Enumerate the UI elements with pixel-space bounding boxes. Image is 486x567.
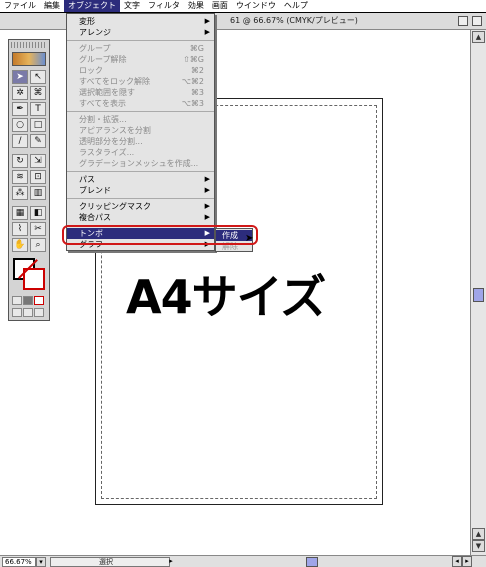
menu-filter[interactable]: フィルタ (144, 0, 184, 12)
scroll-up-arrow-bottom[interactable]: ▲ (472, 528, 485, 540)
menu-item-transform[interactable]: 変形 ▶ (67, 16, 214, 27)
menu-window[interactable]: ウインドウ (232, 0, 280, 12)
annotation-highlight-ring (62, 225, 258, 245)
full-screen-menu-mode-icon[interactable] (23, 308, 33, 317)
zoom-box-button[interactable] (458, 16, 468, 26)
menu-item-arrange[interactable]: アレンジ ▶ (67, 27, 214, 38)
eyedropper-tool-icon[interactable]: ⌇ (12, 222, 28, 236)
scroll-up-arrow[interactable]: ▲ (472, 31, 485, 43)
window-title: 61 @ 66.67% (CMYK/プレビュー) (230, 16, 358, 25)
menu-item-rasterize: ラスタライズ... (79, 148, 135, 157)
menu-item-group: グループ ⌘G (79, 44, 204, 53)
object-menu-dropdown: 変形 ▶ アレンジ ▶ グループ ⌘G グループ解除 ⇧⌘G ロック ⌘2 すべてをロック… (66, 13, 215, 251)
menu-separator (67, 40, 214, 41)
lasso-tool-icon[interactable]: ⌘ (30, 86, 46, 100)
magic-wand-tool-icon[interactable]: ✲ (12, 86, 28, 100)
menu-item-blend[interactable]: ブレンド ▶ (67, 185, 214, 196)
pencil-tool-icon[interactable]: ✎ (30, 134, 46, 148)
zoom-level-field[interactable]: 66.67% (2, 557, 36, 567)
menu-item-path[interactable]: パス ▶ (67, 174, 214, 185)
horizontal-scroll-thumb[interactable] (306, 557, 318, 567)
menu-separator (67, 111, 214, 112)
menu-separator (67, 171, 214, 172)
status-field[interactable]: 選択 (50, 557, 170, 567)
menu-item-expand: 分割・拡張... (79, 115, 127, 124)
menu-file[interactable]: ファイル (0, 0, 40, 12)
fill-stroke-swatches[interactable] (13, 258, 45, 292)
pen-tool-icon[interactable]: ✒ (12, 102, 28, 116)
menu-item-unlock-all: すべてをロック解除 ⌥⌘2 (79, 77, 204, 86)
rotate-tool-icon[interactable]: ↻ (12, 154, 28, 168)
gradient-tool-icon[interactable]: ◧ (30, 206, 46, 220)
submenu-arrow-icon: ▶ (204, 186, 210, 194)
symbol-sprayer-tool-icon[interactable]: ⁂ (12, 186, 28, 200)
menu-help[interactable]: ヘルプ (280, 0, 312, 12)
scroll-down-arrow[interactable]: ▼ (472, 540, 485, 552)
color-mode-icon[interactable] (12, 296, 22, 305)
selection-tool-icon[interactable]: ➤ (12, 70, 28, 84)
rectangle-tool-icon[interactable]: □ (30, 118, 46, 132)
vertical-scroll-thumb[interactable] (473, 288, 484, 302)
submenu-arrow-icon: ▶ (204, 28, 210, 36)
zoom-tool-icon[interactable]: ⌕ (30, 238, 46, 252)
menu-item-show-all: すべてを表示 ⌥⌘3 (79, 99, 204, 108)
scale-tool-icon[interactable]: ⇲ (30, 154, 46, 168)
gradient-mode-icon[interactable] (23, 296, 33, 305)
warp-tool-icon[interactable]: ≋ (12, 170, 28, 184)
horizontal-bar: 66.67% ▾ 選択 ▸ ◂ ▸ (0, 555, 486, 567)
status-dropdown-arrow[interactable]: ▸ (166, 557, 176, 567)
full-screen-mode-icon[interactable] (34, 308, 44, 317)
mesh-tool-icon[interactable]: ▦ (12, 206, 28, 220)
menu-separator (67, 198, 214, 199)
scissors-tool-icon[interactable]: ✂ (30, 222, 46, 236)
app-logo[interactable] (12, 52, 46, 66)
ellipse-tool-icon[interactable]: ○ (12, 118, 28, 132)
vertical-scrollbar[interactable]: ▲ ▲ ▼ (470, 30, 486, 555)
submenu-arrow-icon: ▶ (204, 202, 210, 210)
paintbrush-tool-icon[interactable]: ∕ (12, 134, 28, 148)
menu-item-compound-path[interactable]: 複合パス ▶ (67, 212, 214, 223)
menu-item-hide-selection: 選択範囲を隠す ⌘3 (79, 88, 204, 97)
menu-item-ungroup: グループ解除 ⇧⌘G (79, 55, 204, 64)
canvas-text-object[interactable]: A4サイズ (126, 261, 326, 327)
menu-item-expand-appearance: アピアランスを分割 (79, 126, 151, 135)
menu-item-clipping-mask[interactable]: クリッピングマスク ▶ (67, 201, 214, 212)
submenu-arrow-icon: ▶ (204, 17, 210, 25)
zoom-dropdown-arrow[interactable]: ▾ (36, 557, 46, 567)
palette-grip[interactable] (11, 42, 47, 48)
menu-type[interactable]: 文字 (120, 0, 144, 12)
submenu-arrow-icon: ▶ (204, 175, 210, 183)
type-tool-icon[interactable]: T (30, 102, 46, 116)
scroll-left-arrow[interactable]: ◂ (452, 556, 462, 567)
submenu-arrow-icon: ▶ (204, 213, 210, 221)
graph-tool-icon[interactable]: ▥ (30, 186, 46, 200)
collapse-box-button[interactable] (472, 16, 482, 26)
standard-screen-mode-icon[interactable] (12, 308, 22, 317)
hand-tool-icon[interactable]: ✋ (12, 238, 28, 252)
toolbox-palette: ➤ ↖ ✲ ⌘ ✒ T ○ □ ∕ ✎ ↻ ⇲ ≋ ⊡ ⁂ ▥ ▦ ◧ ⌇ ✂ … (8, 39, 50, 321)
menubar: ファイル 編集 オブジェクト 文字 フィルタ 効果 画面 ウインドウ ヘルプ (0, 0, 486, 13)
scroll-right-arrow[interactable]: ▸ (462, 556, 472, 567)
menu-edit[interactable]: 編集 (40, 0, 64, 12)
menu-item-create-gradient-mesh: グラデーションメッシュを作成... (79, 159, 199, 168)
none-mode-icon[interactable] (34, 296, 44, 305)
menu-item-lock: ロック ⌘2 (79, 66, 204, 75)
screen: { "menubar": { "items": ["ファイル", "編集", "… (0, 0, 486, 567)
direct-selection-tool-icon[interactable]: ↖ (30, 70, 46, 84)
free-transform-tool-icon[interactable]: ⊡ (30, 170, 46, 184)
menu-item-flatten-transparency: 透明部分を分割... (79, 137, 143, 146)
menu-effect[interactable]: 効果 (184, 0, 208, 12)
menu-object[interactable]: オブジェクト (64, 0, 120, 12)
menu-view[interactable]: 画面 (208, 0, 232, 12)
